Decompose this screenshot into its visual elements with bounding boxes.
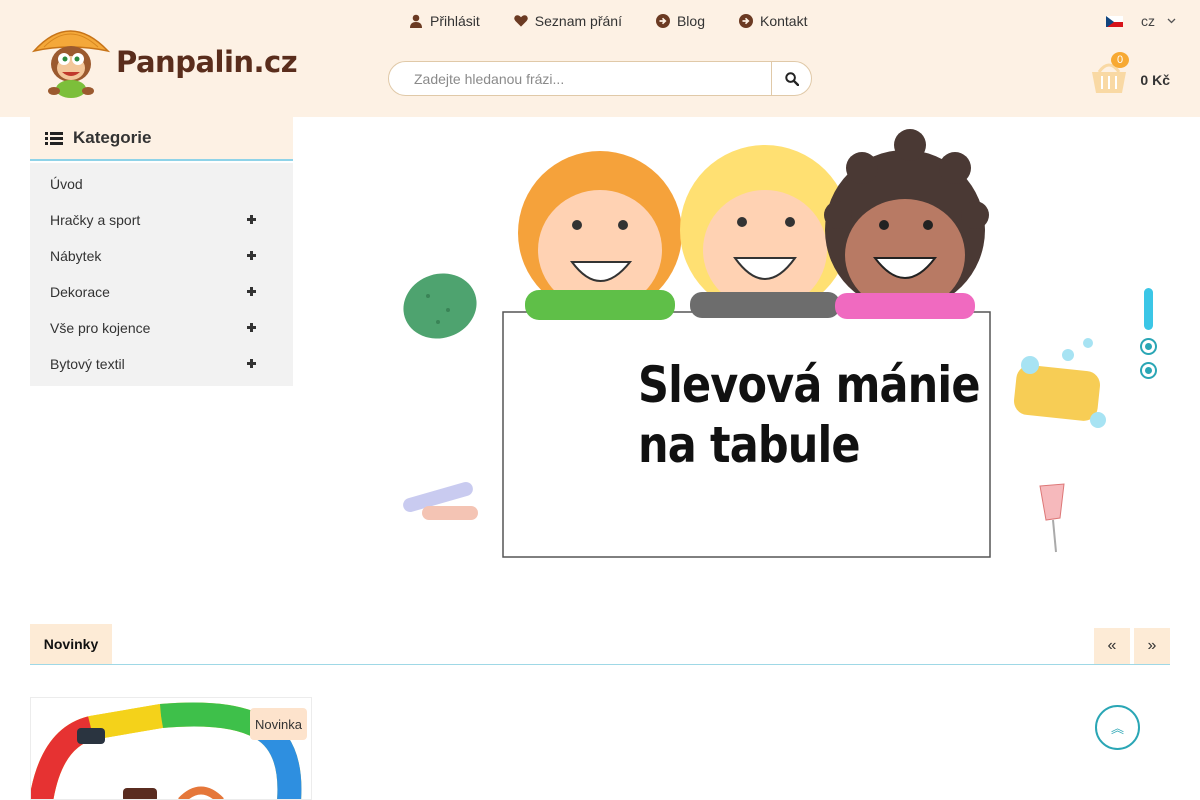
carousel-prev-button[interactable]: «	[1094, 628, 1130, 664]
banner-line-1: Slevová mánie	[638, 356, 980, 414]
category-item-dekorace[interactable]: Dekorace	[30, 274, 293, 310]
cart-button[interactable]: 0 0 Kč	[1090, 52, 1170, 96]
expand-plus-icon[interactable]	[247, 215, 256, 224]
expand-plus-icon[interactable]	[247, 359, 256, 368]
arrow-circle-icon	[655, 14, 670, 28]
heart-icon	[514, 15, 528, 27]
language-selector[interactable]: cz	[1106, 13, 1176, 29]
login-link[interactable]: Přihlásit	[409, 12, 480, 30]
category-item-nabytek[interactable]: Nábytek	[30, 238, 293, 274]
section-divider	[30, 664, 1170, 665]
language-code: cz	[1141, 13, 1155, 29]
category-item-hracky-a-sport[interactable]: Hračky a sport	[30, 202, 293, 238]
monkey-mascot-icon	[31, 30, 111, 98]
blog-link[interactable]: Blog	[655, 12, 705, 30]
slide-dot-active[interactable]	[1144, 288, 1153, 330]
categories-header: Kategorie	[30, 117, 293, 161]
expand-plus-icon[interactable]	[247, 251, 256, 260]
new-badge-label: Novinka	[255, 716, 302, 732]
cart-total: 0 Kč	[1140, 72, 1170, 88]
double-chevron-up-icon: ︽	[1110, 721, 1124, 736]
site-header: Panpalin.cz Přihlásit Seznam přání Blog	[0, 0, 1200, 117]
slide-dot[interactable]	[1140, 338, 1157, 355]
search-button[interactable]	[771, 62, 811, 95]
kids-chalkboard-illustration	[403, 129, 1106, 558]
list-icon	[45, 131, 63, 145]
search-input[interactable]	[389, 62, 771, 95]
cart-count-badge: 0	[1111, 52, 1129, 68]
category-label: Bytový textil	[50, 356, 125, 372]
chevron-down-icon	[1167, 18, 1176, 24]
user-icon	[410, 14, 422, 28]
category-label: Hračky a sport	[50, 212, 141, 228]
banner-line-2: na tabule	[638, 416, 861, 474]
category-list: Úvod Hračky a sport Nábytek Dekorace Vše…	[30, 163, 293, 386]
scroll-to-top-button[interactable]: ︽	[1095, 705, 1140, 750]
new-product-badge: Novinka	[250, 708, 307, 740]
site-logo[interactable]: Panpalin.cz	[30, 17, 298, 99]
categories-title: Kategorie	[73, 128, 152, 147]
czech-flag-icon	[1106, 15, 1123, 27]
search-bar	[388, 61, 812, 96]
wishlist-label: Seznam přání	[534, 13, 622, 29]
slider-pagination	[1139, 288, 1159, 383]
category-label: Nábytek	[50, 248, 102, 264]
carousel-next-button[interactable]: »	[1134, 628, 1170, 664]
expand-plus-icon[interactable]	[247, 323, 256, 332]
category-item-vse-pro-kojence[interactable]: Vše pro kojence	[30, 310, 293, 346]
login-label: Přihlásit	[430, 13, 480, 29]
arrow-circle-icon	[739, 14, 753, 28]
expand-plus-icon[interactable]	[247, 287, 256, 296]
category-label: Vše pro kojence	[50, 320, 151, 336]
tab-novinky-label: Novinky	[43, 636, 99, 652]
slide-dot[interactable]	[1140, 362, 1157, 379]
double-chevron-left-icon: «	[1107, 637, 1117, 654]
contact-link[interactable]: Kontakt	[739, 12, 807, 30]
blog-label: Blog	[676, 13, 705, 29]
tab-novinky[interactable]: Novinky	[30, 624, 112, 664]
category-label: Úvod	[50, 176, 83, 192]
category-label: Dekorace	[50, 284, 110, 300]
contact-label: Kontakt	[760, 13, 808, 29]
top-navigation: Přihlásit Seznam přání Blog Kontakt	[409, 12, 841, 30]
category-item-bytovy-textil[interactable]: Bytový textil	[30, 346, 293, 382]
promo-banner-slide[interactable]: Slevová mánie na tabule	[395, 120, 1120, 560]
search-icon	[784, 71, 799, 86]
logo-text: Panpalin.cz	[116, 45, 298, 79]
double-chevron-right-icon: »	[1147, 637, 1157, 654]
wishlist-link[interactable]: Seznam přání	[514, 12, 622, 30]
category-item-uvod[interactable]: Úvod	[30, 166, 293, 202]
banner-headline: Slevová mánie na tabule	[638, 355, 980, 475]
